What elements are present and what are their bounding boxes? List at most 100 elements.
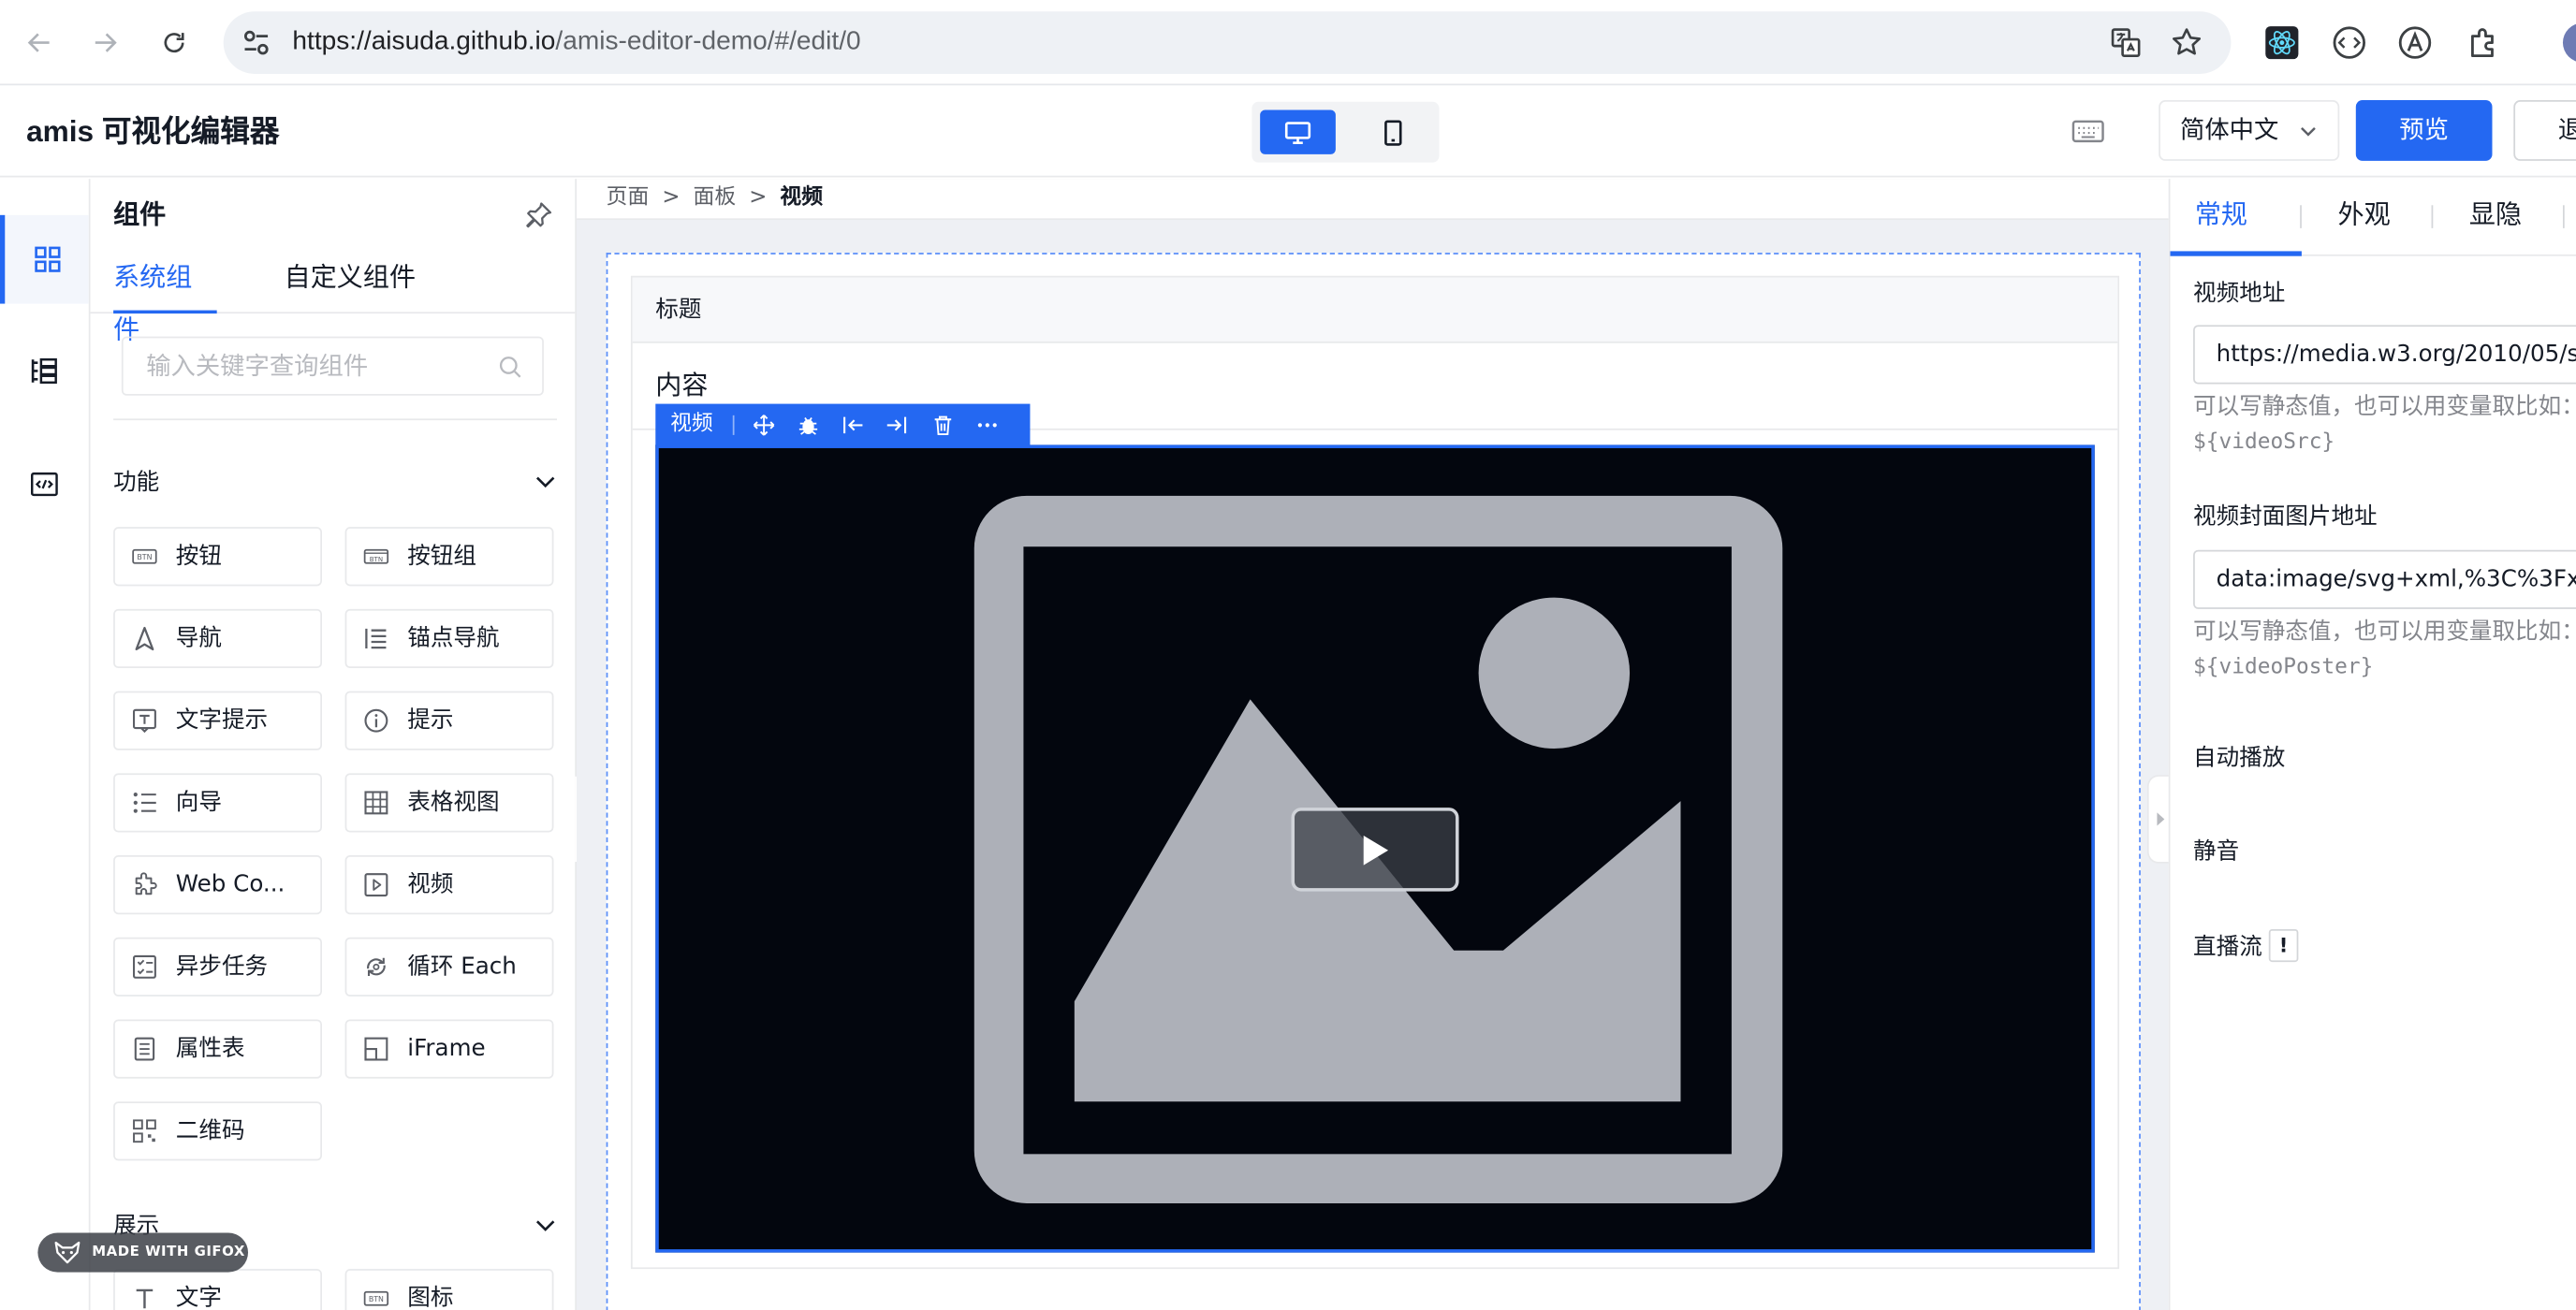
component-text[interactable]: 文字 (113, 1269, 322, 1310)
code-extension[interactable] (2330, 23, 2369, 63)
poster-input[interactable]: data:image/svg+xml,%3C%3Fxml version (2193, 549, 2576, 609)
group-function[interactable]: 功能 (113, 463, 557, 502)
video-component[interactable] (655, 444, 2095, 1253)
video-src-input[interactable]: https://media.w3.org/2010/05/sintel/trai… (2193, 325, 2576, 385)
selected-component-toolbar: 视频 (655, 403, 1031, 447)
outline-tree-icon (31, 357, 57, 385)
pc-view-button[interactable] (1260, 109, 1336, 154)
breadcrumb-panel[interactable]: 面板 (694, 185, 737, 210)
play-button[interactable] (1291, 808, 1459, 892)
editor-header: amis 可视化编辑器 简体中文 预览 退出 (0, 86, 2576, 178)
profile-avatar[interactable] (2562, 22, 2576, 63)
tab-system-components[interactable]: 系统组件 (113, 251, 217, 344)
component-wizard[interactable]: 向导 (113, 773, 322, 833)
component-navigation[interactable]: 导航 (113, 608, 322, 669)
rail-code[interactable] (0, 440, 89, 529)
component-alert[interactable]: 提示 (344, 691, 554, 750)
panel-card[interactable]: 标题 内容 视频 (630, 275, 2120, 1270)
component-async-task[interactable]: 异步任务 (113, 937, 322, 997)
component-label: 属性表 (175, 1036, 245, 1063)
text-icon (136, 1288, 154, 1309)
url-path: /amis-editor-demo/#/edit/0 (555, 27, 861, 56)
component-label: 导航 (175, 625, 222, 652)
settings-panel: 常规 外观 显隐 视频地址 https://media.w3.org/2010/… (2168, 179, 2576, 1310)
page-region[interactable]: 标题 内容 视频 (606, 253, 2141, 1310)
component-button-group[interactable]: BTN 按钮组 (344, 527, 554, 587)
tab-visibility[interactable]: 显隐 (2469, 179, 2522, 255)
muted-label: 静音 (2193, 838, 2240, 866)
iframe-icon (364, 1037, 388, 1061)
tab-divider (2562, 205, 2565, 228)
extensions-button[interactable] (2465, 23, 2504, 63)
live-stream-tip-icon[interactable]: ! (2268, 928, 2299, 963)
rail-outline[interactable] (0, 327, 89, 415)
grid-icon (34, 246, 60, 272)
react-devtools-extension[interactable] (2262, 23, 2302, 63)
component-web-component[interactable]: Web Co... (113, 855, 322, 915)
svg-text:BTN: BTN (137, 553, 152, 561)
component-label: 循环 Each (407, 953, 517, 981)
more-icon[interactable] (976, 414, 1000, 437)
component-label: 文字 (175, 1285, 222, 1310)
tab-custom-components[interactable]: 自定义组件 (285, 251, 432, 313)
drag-move-icon[interactable] (753, 414, 776, 437)
back-button[interactable] (20, 23, 59, 63)
component-property[interactable]: 属性表 (113, 1019, 322, 1079)
preview-button[interactable]: 预览 (2355, 100, 2493, 161)
chevron-down-icon (535, 1220, 555, 1231)
editor-canvas: 页面 > 面板 > 视频 标题 内容 视频 (577, 179, 2169, 1310)
insert-before-icon[interactable] (842, 414, 865, 437)
reload-button[interactable] (154, 23, 194, 63)
rail-components[interactable] (0, 214, 89, 304)
svg-text:BTN: BTN (369, 1295, 384, 1303)
component-each[interactable]: 循环 Each (344, 937, 554, 997)
gifox-watermark: MADE WITH GIFOX (37, 1232, 249, 1273)
keyboard-icon[interactable] (2070, 115, 2106, 148)
mobile-view-button[interactable] (1355, 110, 1431, 154)
panel-card-body[interactable]: 内容 (655, 366, 708, 405)
loop-icon (367, 957, 386, 976)
bug-icon[interactable] (797, 414, 820, 437)
forward-button[interactable] (85, 23, 124, 63)
exit-button[interactable]: 退出 (2513, 100, 2576, 161)
wizard-icon (133, 793, 156, 813)
component-tooltip[interactable]: 文字提示 (113, 691, 322, 750)
left-rail (0, 179, 91, 1310)
component-table-view[interactable]: 表格视图 (344, 773, 554, 833)
component-icon[interactable]: BTN 图标 (344, 1269, 554, 1310)
address-bar[interactable]: https://aisuda.github.io/amis-editor-dem… (223, 11, 2232, 74)
qrcode-icon (133, 1119, 156, 1143)
right-panel-collapse-handle[interactable] (2146, 775, 2171, 864)
search-icon[interactable] (498, 355, 522, 379)
component-qrcode[interactable]: 二维码 (113, 1101, 322, 1161)
panel-card-title[interactable]: 标题 (632, 277, 2118, 343)
arrow-left-icon (27, 33, 50, 52)
component-search-input[interactable]: 输入关键字查询组件 (121, 336, 544, 396)
component-label: 二维码 (175, 1117, 245, 1144)
info-icon (364, 708, 388, 733)
tab-appearance[interactable]: 外观 (2338, 179, 2391, 255)
tab-general[interactable]: 常规 (2170, 179, 2302, 256)
chevron-down-icon (2301, 126, 2316, 137)
code-circle-icon (2333, 26, 2365, 59)
url-text[interactable]: https://aisuda.github.io/amis-editor-dem… (292, 11, 860, 74)
bookmark-star-icon[interactable] (2170, 26, 2203, 59)
component-button[interactable]: BTN 按钮 (113, 527, 322, 587)
component-anchor-nav[interactable]: 锚点导航 (344, 608, 554, 669)
component-iframe[interactable]: iFrame (344, 1019, 554, 1079)
trash-icon[interactable] (931, 414, 955, 437)
translate-icon[interactable] (2110, 26, 2143, 59)
live-stream-label: 直播流 (2193, 934, 2262, 961)
settings-tabs: 常规 外观 显隐 (2170, 179, 2576, 256)
breadcrumb-page[interactable]: 页面 (607, 185, 650, 210)
insert-after-icon[interactable] (886, 414, 909, 437)
component-label: Web Co... (175, 871, 285, 898)
btn-icon: BTN (363, 1290, 389, 1306)
breadcrumb-separator: > (662, 185, 681, 211)
site-settings-icon[interactable] (240, 26, 272, 59)
language-select[interactable]: 简体中文 (2159, 100, 2340, 161)
font-extension[interactable] (2395, 23, 2435, 63)
component-label: 异步任务 (175, 953, 269, 981)
pin-icon[interactable] (524, 200, 554, 230)
component-video[interactable]: 视频 (344, 855, 554, 915)
